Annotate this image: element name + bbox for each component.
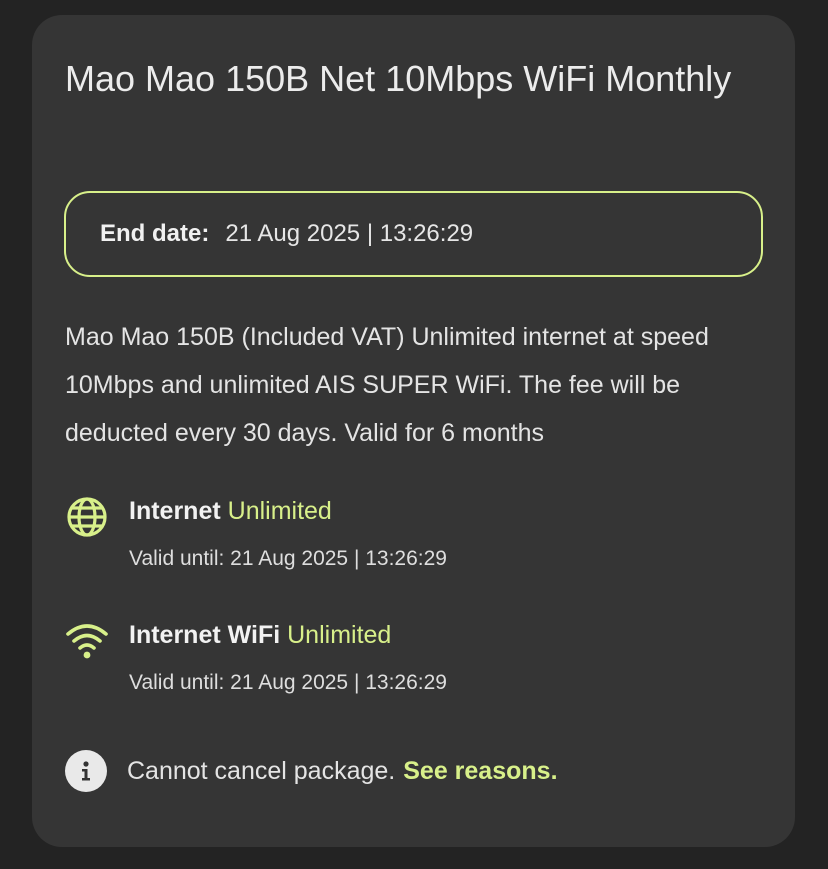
end-date-box: End date: 21 Aug 2025 | 13:26:29 — [64, 191, 763, 277]
package-description: Mao Mao 150B (Included VAT) Unlimited in… — [65, 323, 709, 447]
end-date-value: 21 Aug 2025 | 13:26:29 — [225, 220, 474, 247]
benefit-name: Internet WiFi — [129, 621, 281, 649]
end-date-label: End date: — [100, 220, 210, 247]
benefit-valid-until: Valid until: 21 Aug 2025 | 13:26:29 — [129, 671, 447, 694]
package-title: Mao Mao 150B Net 10Mbps WiFi Monthly — [65, 58, 732, 99]
cancel-notice-text: Cannot cancel package. — [127, 756, 396, 785]
benefit-valid-until: Valid until: 21 Aug 2025 | 13:26:29 — [129, 547, 447, 570]
globe-icon — [67, 497, 107, 537]
package-card: Mao Mao 150B Net 10Mbps WiFi Monthly End… — [32, 15, 795, 847]
see-reasons-link[interactable]: See reasons. — [403, 757, 557, 786]
benefit-title: Internet WiFi Unlimited — [129, 619, 391, 651]
cancel-notice: Cannot cancel package. See reasons. — [65, 749, 558, 793]
benefit-amount: Unlimited — [227, 497, 332, 525]
benefit-name: Internet — [129, 497, 221, 525]
benefit-title: Internet Unlimited — [129, 495, 332, 527]
info-icon — [65, 750, 107, 792]
wifi-icon — [66, 624, 108, 659]
benefit-amount: Unlimited — [287, 621, 392, 649]
